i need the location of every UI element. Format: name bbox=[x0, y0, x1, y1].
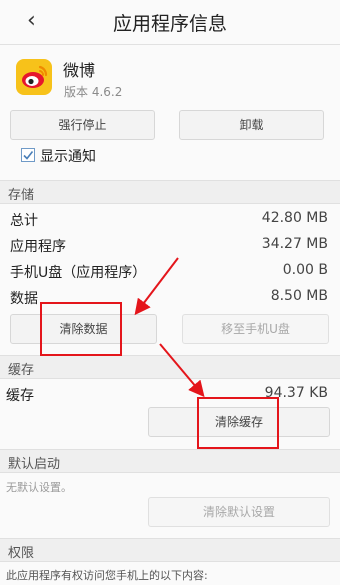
arrow-to-clear-cache bbox=[159, 343, 205, 398]
arrow-to-clear-data bbox=[134, 257, 179, 316]
annotation-arrows bbox=[134, 257, 205, 398]
